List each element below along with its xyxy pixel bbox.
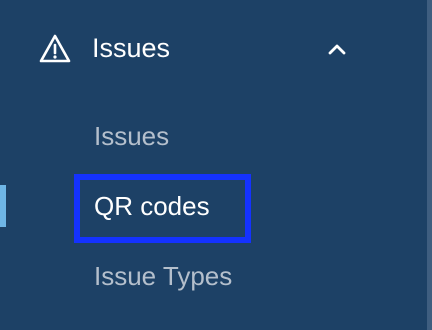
sidebar-group-label: Issues bbox=[92, 33, 171, 63]
sidebar-item-qr-codes[interactable]: QR codes bbox=[94, 189, 210, 223]
chevron-up-icon[interactable] bbox=[326, 38, 348, 60]
sidebar-item-issues[interactable]: Issues bbox=[94, 119, 169, 153]
sidebar-border bbox=[427, 0, 432, 330]
sidebar-group-issues[interactable]: Issues bbox=[0, 0, 427, 98]
active-item-indicator bbox=[0, 185, 6, 227]
warning-icon bbox=[39, 34, 71, 63]
sidebar-item-issue-types[interactable]: Issue Types bbox=[94, 259, 232, 293]
